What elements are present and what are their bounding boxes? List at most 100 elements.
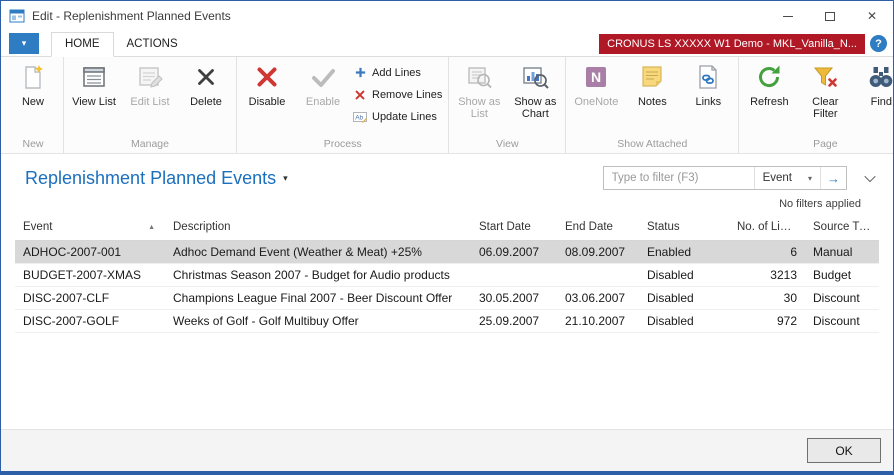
cell-source-type[interactable]: Manual — [805, 241, 879, 264]
plus-icon — [353, 66, 367, 80]
chevron-down-icon: ▾ — [808, 174, 812, 183]
group-label-manage: Manage — [66, 137, 234, 153]
window: Edit - Replenishment Planned Events ✕ ▾ … — [0, 0, 894, 475]
group-label-view: View — [451, 137, 563, 153]
new-button[interactable]: New — [5, 57, 61, 108]
cell-description[interactable]: Adhoc Demand Event (Weather & Meat) +25% — [165, 241, 471, 264]
filter-input[interactable] — [604, 167, 754, 189]
new-document-icon — [18, 62, 48, 92]
filter-status-text: No filters applied — [1, 190, 893, 212]
cell-end-date[interactable]: 03.06.2007 — [557, 287, 639, 310]
collapse-header-button[interactable] — [861, 169, 879, 187]
cell-event[interactable]: BUDGET-2007-XMAS — [15, 264, 165, 287]
app-icon — [9, 8, 25, 24]
column-header-description[interactable]: Description — [165, 221, 471, 233]
delete-button[interactable]: Delete — [178, 57, 234, 108]
application-menu-button[interactable]: ▾ — [9, 33, 39, 54]
page-content: Replenishment Planned Events ▾ Event ▾ → — [1, 154, 893, 429]
table-row[interactable]: BUDGET-2007-XMAS Christmas Season 2007 -… — [15, 264, 879, 287]
maximize-button[interactable] — [809, 1, 851, 31]
cell-no-of-lines[interactable]: 30 — [729, 287, 805, 310]
table-row[interactable]: DISC-2007-GOLF Weeks of Golf - Golf Mult… — [15, 310, 879, 333]
cell-start-date[interactable]: 30.05.2007 — [471, 287, 557, 310]
links-button[interactable]: Links — [680, 57, 736, 108]
close-button[interactable]: ✕ — [851, 1, 893, 31]
refresh-button[interactable]: Refresh — [741, 57, 797, 108]
cell-event[interactable]: DISC-2007-CLF — [15, 287, 165, 310]
cell-event[interactable]: DISC-2007-GOLF — [15, 310, 165, 333]
ribbon-group-new: New New — [3, 57, 64, 153]
dialog-footer: OK — [1, 429, 893, 471]
checkmark-icon — [308, 62, 338, 92]
cell-source-type[interactable]: Discount — [805, 287, 879, 310]
show-as-list-button[interactable]: Show as List — [451, 57, 507, 120]
cell-end-date[interactable]: 21.10.2007 — [557, 310, 639, 333]
ok-button[interactable]: OK — [807, 438, 881, 463]
cell-status[interactable]: Disabled — [639, 264, 729, 287]
cell-no-of-lines[interactable]: 972 — [729, 310, 805, 333]
ribbon-tab-bar: ▾ HOME ACTIONS CRONUS LS XXXXX W1 Demo -… — [1, 31, 893, 57]
list-magnifier-icon — [464, 62, 494, 92]
disable-button[interactable]: Disable — [239, 57, 295, 108]
column-header-end-date[interactable]: End Date — [557, 221, 639, 233]
view-list-button[interactable]: View List — [66, 57, 122, 108]
cell-status[interactable]: Disabled — [639, 287, 729, 310]
cell-source-type[interactable]: Budget — [805, 264, 879, 287]
ribbon-group-page: Refresh Clear Filter — [739, 57, 894, 153]
bar-chart-magnifier-icon — [520, 62, 550, 92]
cell-description[interactable]: Champions League Final 2007 - Beer Disco… — [165, 287, 471, 310]
chevron-down-icon: ▾ — [22, 38, 27, 49]
ribbon-group-manage: View List Edit List — [64, 57, 237, 153]
filter-column-dropdown[interactable]: Event ▾ — [754, 167, 820, 189]
cell-start-date[interactable]: 06.09.2007 — [471, 241, 557, 264]
tab-home[interactable]: HOME — [51, 32, 114, 57]
cell-end-date[interactable]: 08.09.2007 — [557, 241, 639, 264]
window-title: Edit - Replenishment Planned Events — [32, 9, 231, 23]
column-header-status[interactable]: Status — [639, 221, 729, 233]
update-abc-icon: Ab — [353, 110, 367, 124]
edit-list-button[interactable]: Edit List — [122, 57, 178, 108]
cell-description[interactable]: Weeks of Golf - Golf Multibuy Offer — [165, 310, 471, 333]
cell-source-type[interactable]: Discount — [805, 310, 879, 333]
cell-status[interactable]: Disabled — [639, 310, 729, 333]
column-header-no-of-lines[interactable]: No. of Lines — [729, 221, 805, 233]
apply-filter-button[interactable]: → — [820, 167, 846, 189]
show-as-chart-button[interactable]: Show as Chart — [507, 57, 563, 120]
cell-no-of-lines[interactable]: 6 — [729, 241, 805, 264]
page-title[interactable]: Replenishment Planned Events ▾ — [25, 168, 288, 189]
update-lines-button[interactable]: Ab Update Lines — [353, 108, 442, 125]
help-button[interactable]: ? — [870, 35, 887, 52]
cell-event[interactable]: ADHOC-2007-001 — [15, 241, 165, 264]
ribbon: New New View List — [1, 57, 893, 154]
table-row[interactable]: ADHOC-2007-001 Adhoc Demand Event (Weath… — [15, 241, 879, 264]
tab-actions[interactable]: ACTIONS — [114, 33, 191, 56]
notes-button[interactable]: Notes — [624, 57, 680, 108]
refresh-icon — [754, 62, 784, 92]
column-header-source-type[interactable]: Source Type — [805, 221, 879, 233]
binoculars-icon — [866, 62, 894, 92]
onenote-button[interactable]: N OneNote — [568, 57, 624, 108]
clear-filter-button[interactable]: Clear Filter — [797, 57, 853, 120]
ribbon-group-show-attached: N OneNote Notes — [566, 57, 739, 153]
cell-no-of-lines[interactable]: 3213 — [729, 264, 805, 287]
links-chain-icon — [693, 62, 723, 92]
edit-list-icon — [135, 62, 165, 92]
remove-lines-button[interactable]: Remove Lines — [353, 86, 442, 103]
minimize-button[interactable] — [767, 1, 809, 31]
small-red-x-icon — [353, 88, 367, 102]
enable-button[interactable]: Enable — [295, 57, 351, 108]
svg-text:N: N — [591, 69, 601, 85]
red-x-icon — [252, 62, 282, 92]
cell-start-date[interactable]: 25.09.2007 — [471, 310, 557, 333]
view-list-icon — [79, 62, 109, 92]
find-button[interactable]: Find — [853, 57, 894, 108]
table-row[interactable]: DISC-2007-CLF Champions League Final 200… — [15, 287, 879, 310]
table-empty-area — [1, 333, 893, 429]
add-lines-button[interactable]: Add Lines — [353, 64, 442, 81]
cell-description[interactable]: Christmas Season 2007 - Budget for Audio… — [165, 264, 471, 287]
cell-status[interactable]: Enabled — [639, 241, 729, 264]
filter-funnel-x-icon — [810, 62, 840, 92]
column-header-start-date[interactable]: Start Date — [471, 221, 557, 233]
chevron-down-icon — [864, 171, 875, 182]
column-header-event[interactable]: Event ▲ — [15, 221, 165, 233]
